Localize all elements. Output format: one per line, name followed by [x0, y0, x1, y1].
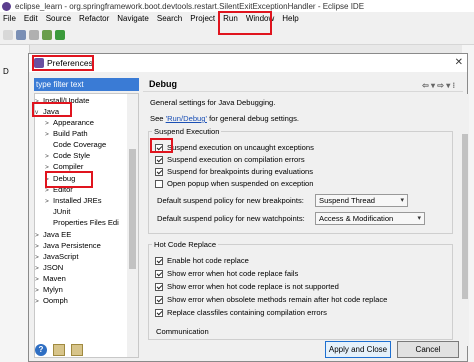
run-debug-link[interactable]: 'Run/Debug'	[166, 114, 207, 123]
menu-file[interactable]: File	[3, 14, 16, 23]
checkbox[interactable]	[155, 256, 163, 265]
tree-item-code-coverage[interactable]: Code Coverage	[53, 139, 106, 150]
preferences-tree: > Install/Update v Java > Appearance > Build…	[34, 93, 139, 358]
default-breakpoints-label: Default suspend policy for new breakpoin…	[157, 196, 304, 205]
highlight-preferences-title	[32, 55, 94, 71]
hcr-fails-option[interactable]: Show error when hot code replace fails	[155, 268, 298, 279]
run-icon[interactable]	[55, 29, 65, 40]
highlight-uncaught-checkbox	[150, 138, 173, 153]
eclipse-icon	[2, 1, 11, 11]
tree-item-installed-jres[interactable]: > Installed JREs	[45, 195, 102, 206]
content-scroll-thumb[interactable]	[462, 134, 468, 299]
import-icon[interactable]	[53, 344, 65, 356]
tree-scrollbar[interactable]	[127, 94, 138, 357]
expand-arrow-icon[interactable]: >	[45, 129, 53, 140]
expand-arrow-icon[interactable]: >	[35, 296, 43, 307]
page-description: General settings for Java Debugging.	[150, 98, 276, 107]
package-explorer-panel: D	[0, 45, 30, 362]
checkbox[interactable]	[155, 179, 163, 188]
obsolete-methods-option[interactable]: Show error when obsolete methods remain …	[155, 294, 387, 305]
default-watchpoints-label: Default suspend policy for new watchpoin…	[157, 214, 305, 223]
close-icon[interactable]: ✕	[455, 57, 463, 68]
communication-group-title: Communication	[156, 327, 209, 336]
suspend-breakpoints-option[interactable]: Suspend for breakpoints during evaluatio…	[155, 166, 313, 177]
new-icon[interactable]	[3, 29, 13, 40]
watchpoints-policy-select[interactable]: Access & Modification ▾	[315, 212, 425, 225]
open-popup-option[interactable]: Open popup when suspended on exception	[155, 178, 314, 189]
highlight-java-node	[32, 102, 72, 117]
tree-item-appearance[interactable]: > Appearance	[45, 117, 94, 128]
page-header: Debug ⇦ ▾ ⇨ ▾ ⁝	[143, 76, 463, 92]
filter-input[interactable]: type filter text	[34, 78, 139, 91]
export-icon[interactable]	[71, 344, 83, 356]
tree-item-maven[interactable]: > Maven	[35, 273, 66, 284]
highlight-run-window	[218, 11, 272, 35]
menu-search[interactable]: Search	[157, 14, 182, 23]
breakpoints-policy-select[interactable]: Suspend Thread ▾	[315, 194, 408, 207]
menu-refactor[interactable]: Refactor	[79, 14, 109, 23]
nav-arrows-icon[interactable]: ⇦ ▾ ⇨ ▾ ⁝	[422, 78, 455, 94]
tree-item-build-path[interactable]: > Build Path	[45, 128, 88, 139]
expand-arrow-icon[interactable]: >	[45, 196, 53, 207]
tree-item-oomph[interactable]: > Oomph	[35, 295, 68, 306]
cancel-button[interactable]: Cancel	[397, 341, 459, 358]
checkbox[interactable]	[155, 295, 163, 304]
print-icon[interactable]	[29, 29, 39, 40]
chevron-down-icon: ▾	[417, 215, 421, 222]
checkbox[interactable]	[155, 308, 163, 317]
dialog-title-bar: Preferences ✕	[29, 54, 467, 72]
highlight-debug-node	[45, 171, 93, 188]
suspend-group-title: Suspend Execution	[152, 127, 222, 136]
debug-icon[interactable]	[42, 29, 52, 40]
content-scrollbar[interactable]	[461, 94, 469, 346]
tree-item-java-ee[interactable]: > Java EE	[35, 229, 71, 240]
preferences-dialog: Preferences ✕ type filter text > Install/…	[28, 53, 469, 362]
checkbox[interactable]	[155, 155, 163, 164]
suspend-uncaught-option[interactable]: Suspend execution on uncaught exceptions	[155, 142, 314, 153]
hcr-group-title: Hot Code Replace	[152, 240, 219, 249]
tree-item-javascript[interactable]: > JavaScript	[35, 251, 78, 262]
page-title: Debug	[149, 79, 177, 89]
tree-item-mylyn[interactable]: > Mylyn	[35, 284, 63, 295]
menu-navigate[interactable]: Navigate	[117, 14, 149, 23]
tree-scroll-thumb[interactable]	[129, 149, 136, 269]
debug-settings-content: General settings for Java Debugging. See…	[143, 94, 461, 346]
tree-item-java-persistence[interactable]: > Java Persistence	[35, 240, 101, 251]
menu-edit[interactable]: Edit	[24, 14, 38, 23]
suspend-compilation-option[interactable]: Suspend execution on compilation errors	[155, 154, 305, 165]
see-run-debug-text: See 'Run/Debug' for general debug settin…	[150, 114, 299, 123]
tree-item-json[interactable]: > JSON	[35, 262, 63, 273]
help-icon[interactable]: ?	[35, 344, 47, 356]
replace-classfiles-option[interactable]: Replace classfiles containing compilatio…	[155, 307, 327, 318]
menu-help[interactable]: Help	[282, 14, 298, 23]
checkbox[interactable]	[155, 282, 163, 291]
tree-item-code-style[interactable]: > Code Style	[45, 150, 90, 161]
menu-project[interactable]: Project	[190, 14, 215, 23]
eclipse-window-title: eclipse_learn - org.springframework.boot…	[15, 1, 365, 11]
chevron-down-icon: ▾	[400, 197, 404, 204]
menu-source[interactable]: Source	[46, 14, 71, 23]
checkbox[interactable]	[155, 167, 163, 176]
tree-item-properties-files-editor[interactable]: Properties Files Edi	[53, 217, 119, 228]
enable-hcr-option[interactable]: Enable hot code replace	[155, 255, 249, 266]
tree-item-junit[interactable]: JUnit	[53, 206, 70, 217]
checkbox[interactable]	[155, 269, 163, 278]
panel-tab-label[interactable]: D	[3, 67, 9, 76]
apply-and-close-button[interactable]: Apply and Close	[325, 341, 391, 358]
save-icon[interactable]	[16, 29, 26, 40]
hcr-not-supported-option[interactable]: Show error when hot code replace is not …	[155, 281, 339, 292]
